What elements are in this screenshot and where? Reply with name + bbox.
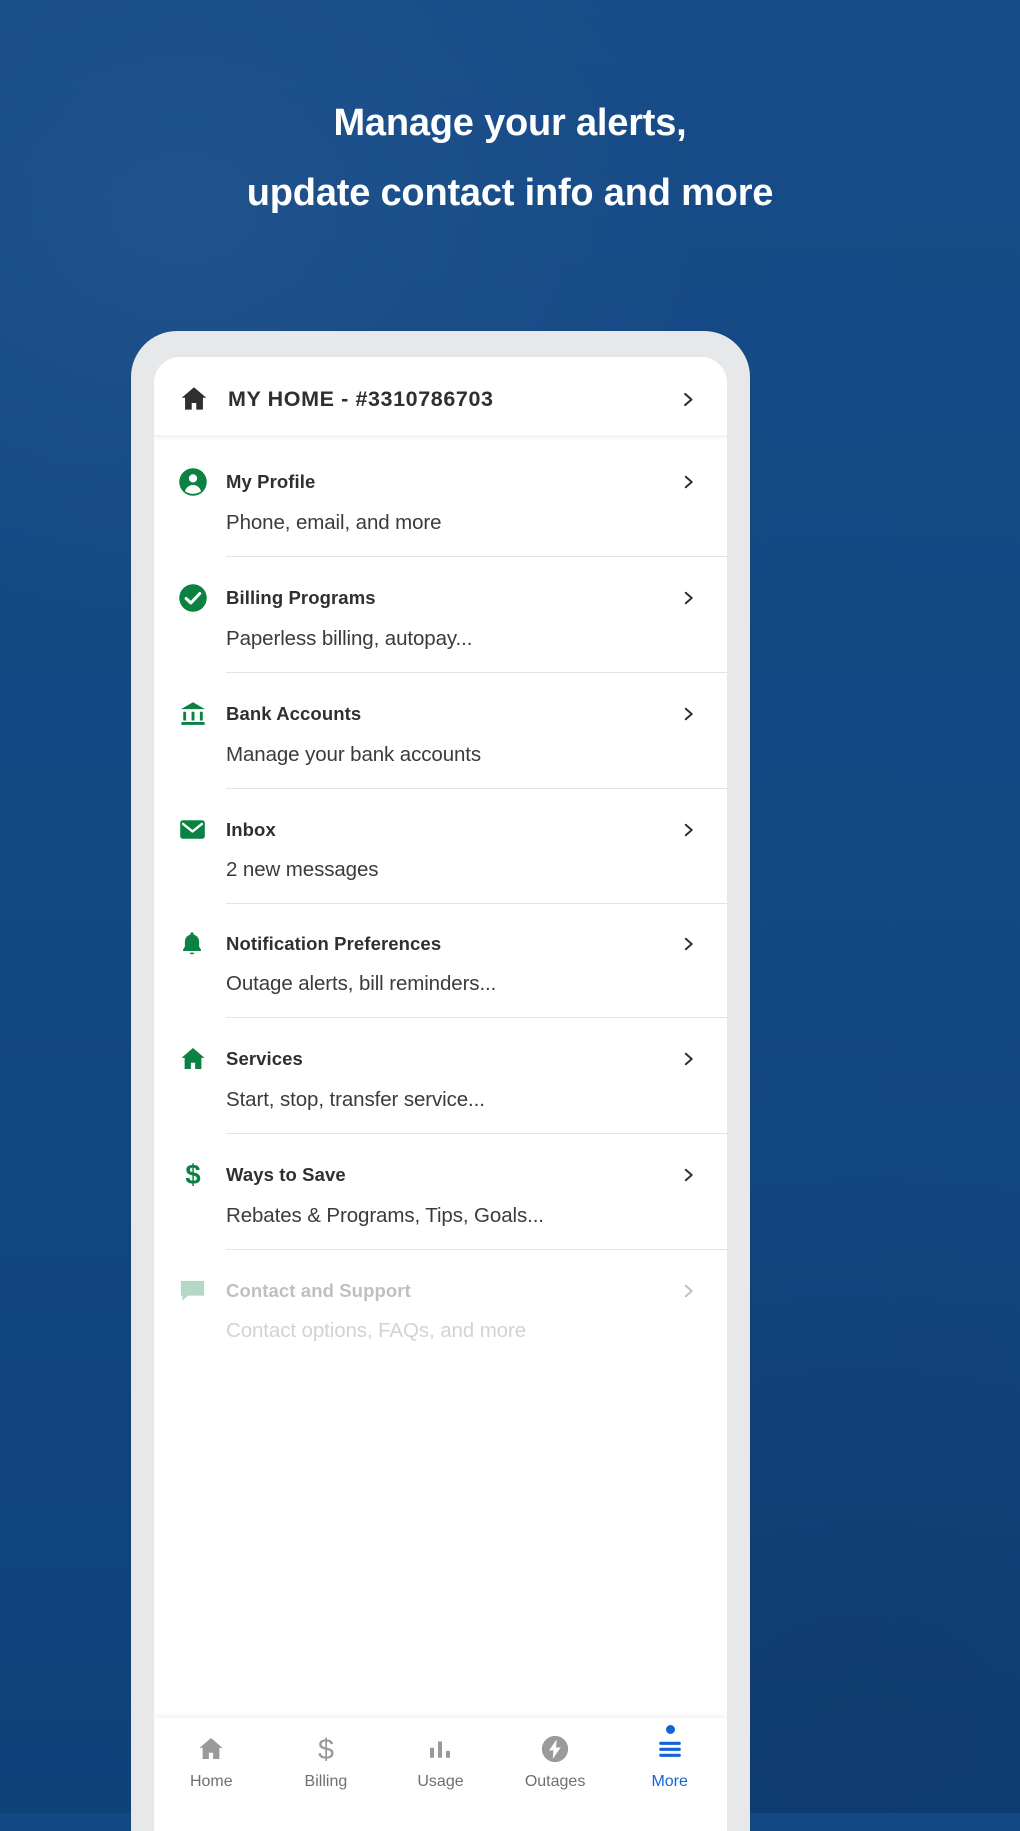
svg-text:$: $ <box>318 1734 334 1764</box>
notification-badge-dot <box>665 1725 675 1734</box>
chevron-right-icon[interactable] <box>679 589 727 607</box>
chevron-right-icon[interactable] <box>679 935 727 953</box>
list-item-title: Notification Preferences <box>226 933 442 954</box>
bell-icon <box>178 930 226 958</box>
list-item[interactable]: My Profile Phone, email, and more <box>178 441 727 557</box>
nav-tab-more[interactable]: More <box>612 1725 727 1791</box>
list-item[interactable]: Billing Programs Paperless billing, auto… <box>178 557 727 673</box>
list-item-subtitle: Contact options, FAQs, and more <box>226 1319 526 1342</box>
list-item-subtitle: Outage alerts, bill reminders... <box>226 972 497 995</box>
nav-tab-home[interactable]: Home <box>154 1734 269 1791</box>
nav-tab-label: Billing <box>304 1773 348 1790</box>
bottom-navigation-bar: Home $ Billing Usage Outages More <box>154 1718 727 1831</box>
list-item[interactable]: Services Start, stop, transfer service..… <box>178 1018 727 1134</box>
lightning-bolt-icon <box>540 1734 570 1764</box>
chevron-right-icon[interactable] <box>679 473 727 491</box>
list-item[interactable]: Contact and Support Contact options, FAQ… <box>178 1250 727 1365</box>
nav-tab-outages[interactable]: Outages <box>498 1734 613 1791</box>
list-item-subtitle: 2 new messages <box>226 858 379 881</box>
chevron-right-icon[interactable] <box>679 705 727 723</box>
nav-tab-label: Usage <box>417 1773 464 1790</box>
home-icon <box>178 383 218 415</box>
chevron-right-icon[interactable] <box>679 1050 727 1068</box>
list-item-title: Ways to Save <box>226 1164 346 1185</box>
svg-text:$: $ <box>185 1160 200 1190</box>
list-item-title: Services <box>226 1048 303 1069</box>
nav-tab-label: Home <box>189 1773 233 1790</box>
account-header-row[interactable]: MY HOME - #3310786703 <box>154 357 727 441</box>
dollar-icon: $ <box>311 1734 341 1764</box>
phone-mockup: MY HOME - #3310786703 My Profile Phone, … <box>131 331 750 1831</box>
list-item-title: Contact and Support <box>226 1279 411 1301</box>
home-icon <box>196 1734 226 1764</box>
list-item-title: Bank Accounts <box>226 703 362 724</box>
account-title: MY HOME - #3310786703 <box>228 386 494 411</box>
list-item[interactable]: Notification Preferences Outage alerts, … <box>178 904 727 1018</box>
list-item[interactable]: Bank Accounts Manage your bank accounts <box>178 673 727 789</box>
list-item[interactable]: $ Ways to Save Rebates & Programs, Tips,… <box>178 1134 727 1250</box>
nav-tab-label: More <box>651 1773 688 1790</box>
settings-menu-list: My Profile Phone, email, and more Billin… <box>154 441 727 1365</box>
list-item-title: My Profile <box>226 471 316 492</box>
phone-screen: MY HOME - #3310786703 My Profile Phone, … <box>154 357 727 1831</box>
list-item-title: Inbox <box>226 818 276 840</box>
list-item-subtitle: Start, stop, transfer service... <box>226 1088 485 1111</box>
envelope-icon <box>178 815 226 844</box>
chevron-right-icon[interactable] <box>679 1166 727 1184</box>
chevron-right-icon[interactable] <box>679 1282 727 1300</box>
bank-icon <box>178 699 226 729</box>
chevron-right-icon[interactable] <box>679 821 727 839</box>
chat-icon <box>178 1276 226 1305</box>
check-circle-icon <box>178 583 226 613</box>
person-circle-icon <box>178 467 226 497</box>
nav-tab-label: Outages <box>524 1773 586 1790</box>
list-item-subtitle: Paperless billing, autopay... <box>226 627 473 650</box>
list-item[interactable]: Inbox 2 new messages <box>178 789 727 904</box>
headline-line-2: update contact info and more <box>246 172 774 214</box>
list-item-subtitle: Manage your bank accounts <box>226 743 482 766</box>
bar-chart-icon <box>425 1734 455 1764</box>
dollar-icon: $ <box>178 1160 226 1190</box>
list-item-subtitle: Phone, email, and more <box>226 511 442 534</box>
hamburger-menu-icon <box>655 1734 685 1764</box>
chevron-right-icon[interactable] <box>678 390 727 409</box>
home-icon <box>178 1044 226 1074</box>
headline-line-1: Manage your alerts, <box>333 102 687 144</box>
nav-tab-usage[interactable]: Usage <box>383 1734 498 1791</box>
list-item-title: Billing Programs <box>226 587 376 608</box>
headline: Manage your alerts, update contact info … <box>0 104 1020 212</box>
nav-tab-billing[interactable]: $ Billing <box>269 1734 384 1791</box>
list-item-subtitle: Rebates & Programs, Tips, Goals... <box>226 1204 544 1227</box>
